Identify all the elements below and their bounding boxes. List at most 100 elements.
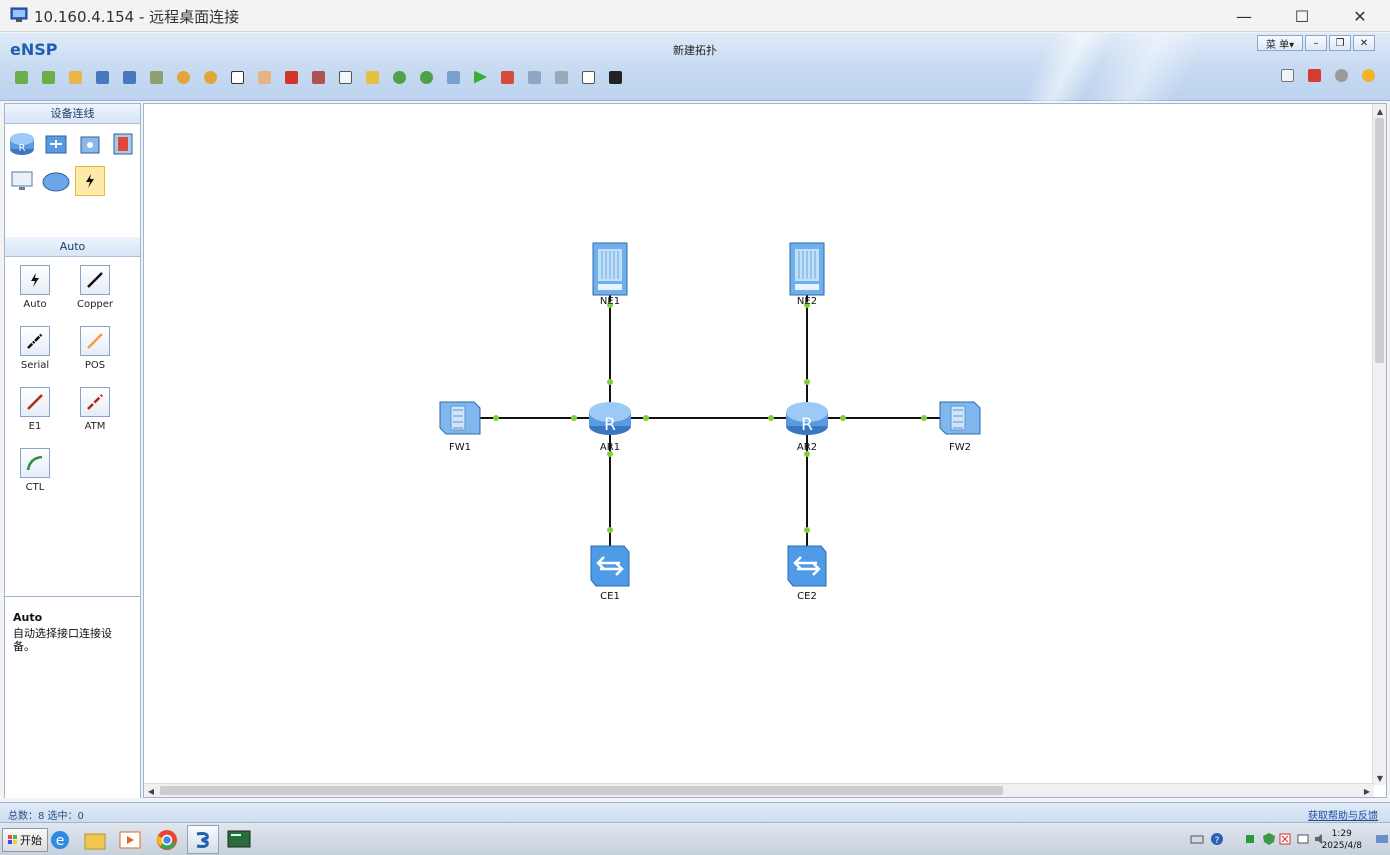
alert-tray-icon[interactable] — [1278, 832, 1292, 846]
show-desktop-icon[interactable] — [1375, 832, 1389, 846]
stop-device-button[interactable] — [496, 66, 519, 89]
device-ne1[interactable] — [592, 242, 628, 296]
fit-view-button[interactable] — [442, 66, 465, 89]
switch-icon[interactable] — [41, 129, 71, 159]
device-label-ne2: NE2 — [796, 296, 818, 307]
huawei-icon[interactable] — [1303, 64, 1326, 87]
link-status-dot — [571, 415, 577, 421]
vertical-scrollbar[interactable]: ▲ ▼ — [1372, 104, 1386, 785]
device-fw2[interactable] — [939, 401, 981, 435]
ensp-taskbar-icon[interactable] — [187, 825, 219, 854]
status-summary: 总数：8 选中：0 — [8, 811, 84, 822]
horizontal-scrollbar[interactable]: ◀ ▶ — [144, 783, 1374, 797]
app-close-button[interactable]: ✕ — [1353, 35, 1375, 51]
select-pointer-button[interactable] — [226, 66, 249, 89]
chrome-icon[interactable] — [151, 825, 183, 854]
device-label-ne1: NE1 — [599, 296, 621, 307]
link-auto[interactable]: Auto — [13, 265, 57, 310]
open-button[interactable] — [64, 66, 87, 89]
device-ar1[interactable]: R — [589, 402, 631, 435]
device-ne2[interactable] — [789, 242, 825, 296]
link-atm[interactable]: ATM — [73, 387, 117, 432]
svg-text:R: R — [801, 415, 813, 435]
wifi-tray-icon[interactable] — [1296, 832, 1310, 846]
rdp-titlebar: 10.160.4.154 - 远程桌面连接 — ☐ ✕ — [0, 0, 1390, 32]
link-status-dot — [607, 379, 613, 385]
link-serial[interactable]: Serial — [13, 326, 57, 371]
remote-desktop-icon — [10, 7, 28, 22]
print-button[interactable] — [145, 66, 168, 89]
undo-button[interactable] — [172, 66, 195, 89]
wireless-icon[interactable] — [75, 129, 105, 159]
start-device-button[interactable] — [469, 66, 492, 89]
links-title: Auto — [5, 237, 140, 257]
close-button[interactable]: ✕ — [1331, 0, 1389, 32]
taskbar: 开始 e ? 1:29 2025/4/8 — [0, 822, 1390, 855]
router-icon[interactable]: R — [7, 129, 37, 159]
device-ce2[interactable] — [787, 545, 827, 587]
device-label-fw2: FW2 — [948, 442, 971, 453]
horizontal-scroll-thumb[interactable] — [160, 786, 1003, 795]
link-copper[interactable]: Copper — [73, 265, 117, 310]
device-label-ar1: AR1 — [599, 442, 621, 453]
zoom-in-button[interactable] — [388, 66, 411, 89]
capture-button[interactable] — [523, 66, 546, 89]
chat-icon[interactable] — [1276, 64, 1299, 87]
device-ce1[interactable] — [590, 545, 630, 587]
save-button[interactable] — [91, 66, 114, 89]
svg-text:R: R — [19, 143, 26, 154]
media-player-icon[interactable] — [114, 825, 146, 854]
connection-icon[interactable] — [75, 166, 105, 196]
new-topology-button[interactable] — [10, 66, 33, 89]
pc-icon[interactable] — [7, 166, 37, 196]
security-tray-icon[interactable] — [1262, 832, 1276, 846]
terminal-app-icon[interactable] — [223, 825, 255, 854]
device-ar2[interactable]: R — [786, 402, 828, 435]
delete-links-button[interactable] — [307, 66, 330, 89]
link-status-dot — [768, 415, 774, 421]
keyboard-icon[interactable] — [1190, 832, 1204, 846]
device-label-fw1: FW1 — [448, 442, 471, 453]
maximize-button[interactable]: ☐ — [1273, 0, 1331, 32]
delete-button[interactable] — [280, 66, 303, 89]
device-label-ar2: AR2 — [796, 442, 818, 453]
link-pos[interactable]: POS — [73, 326, 117, 371]
link-ctl[interactable]: CTL — [13, 448, 57, 493]
description-title: Auto — [13, 611, 43, 624]
gear-icon[interactable] — [1330, 64, 1353, 87]
topology-button[interactable] — [550, 66, 573, 89]
redo-button[interactable] — [199, 66, 222, 89]
link-status-dot — [493, 415, 499, 421]
hand-tool-button[interactable] — [253, 66, 276, 89]
cloud-icon[interactable] — [41, 166, 71, 196]
new-topology-from-template-button[interactable] — [37, 66, 60, 89]
folder-icon[interactable] — [79, 825, 111, 854]
firewall-icon[interactable] — [108, 129, 138, 159]
save-as-button[interactable] — [118, 66, 141, 89]
ie-icon[interactable]: e — [44, 825, 76, 854]
help-feedback-link[interactable]: 获取帮助与反馈 — [1308, 807, 1378, 822]
zoom-out-button[interactable] — [415, 66, 438, 89]
link-status-dot — [804, 379, 810, 385]
help-icon[interactable] — [1357, 64, 1380, 87]
minimize-button[interactable]: — — [1215, 0, 1273, 32]
windows-logo-icon — [8, 835, 17, 844]
start-button[interactable]: 开始 — [2, 828, 48, 852]
menu-button[interactable]: 菜 单▾ — [1257, 35, 1303, 51]
svg-text:R: R — [604, 415, 616, 435]
network-tray-icon[interactable] — [1244, 832, 1258, 846]
app-minimize-button[interactable]: – — [1305, 35, 1327, 51]
topology-canvas[interactable]: RR NE1 NE2 FW1 AR1 AR2 FW2 CE1 CE2 ▲ ▼ ◀ ▶ — [143, 103, 1387, 798]
terminal-button[interactable] — [604, 66, 627, 89]
add-text-button[interactable] — [334, 66, 357, 89]
palette-button[interactable] — [361, 66, 384, 89]
window-button[interactable] — [577, 66, 600, 89]
link-status-dot — [643, 415, 649, 421]
app-restore-button[interactable]: ❐ — [1329, 35, 1351, 51]
vertical-scroll-thumb[interactable] — [1375, 118, 1384, 363]
device-fw1[interactable] — [439, 401, 481, 435]
device-panel: 设备连线 R Auto Auto Copper Serial POS E1 AT… — [4, 103, 141, 798]
link-e1[interactable]: E1 — [13, 387, 57, 432]
help-tray-icon[interactable]: ? — [1210, 832, 1224, 846]
system-clock[interactable]: 1:29 2025/4/8 — [1322, 828, 1362, 852]
